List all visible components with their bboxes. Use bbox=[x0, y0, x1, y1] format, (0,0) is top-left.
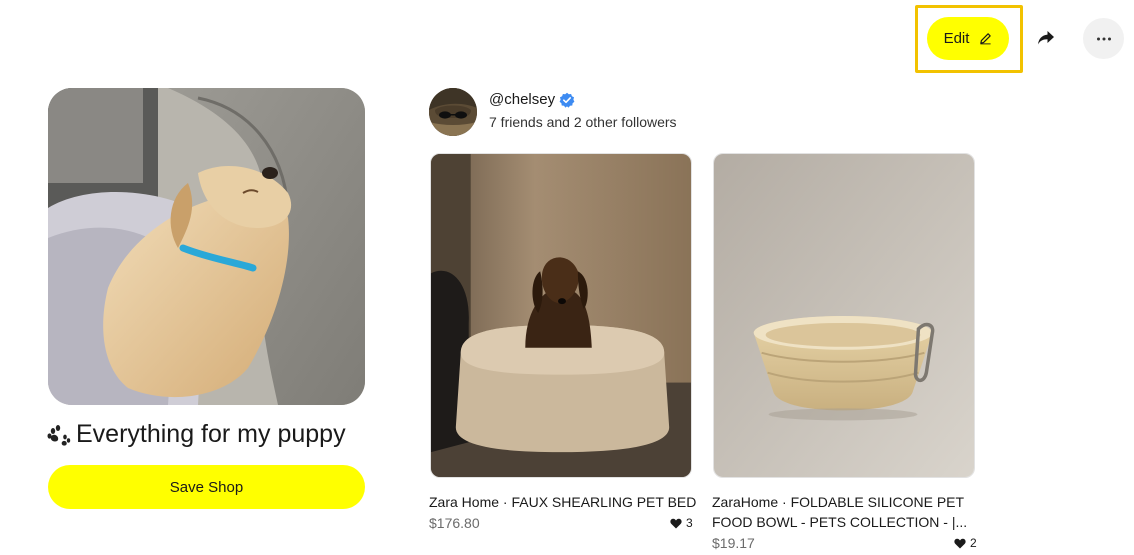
share-button[interactable] bbox=[1030, 22, 1062, 54]
like-count: 3 bbox=[686, 516, 693, 530]
save-shop-button[interactable]: Save Shop bbox=[48, 465, 365, 509]
pencil-icon bbox=[980, 33, 992, 45]
avatar[interactable] bbox=[429, 88, 477, 136]
username[interactable]: @chelsey bbox=[489, 91, 575, 108]
save-shop-label: Save Shop bbox=[169, 478, 244, 496]
verified-badge-icon bbox=[559, 92, 575, 108]
product-name-line-1: ZaraHome · FOLDABLE SILICONE PET bbox=[712, 494, 965, 510]
product-image[interactable] bbox=[713, 153, 975, 478]
shop-cover-image bbox=[48, 88, 365, 405]
like-button[interactable]: 2 bbox=[954, 536, 977, 550]
product-name[interactable]: Zara Home · FAUX SHEARLING PET BED bbox=[429, 492, 696, 512]
like-button[interactable]: 3 bbox=[670, 516, 693, 530]
shop-title-text: Everything for my puppy bbox=[76, 420, 346, 448]
paw-prints-icon bbox=[47, 424, 71, 446]
username-text: @chelsey bbox=[489, 91, 556, 108]
shop-title: Everything for my puppy bbox=[46, 420, 346, 449]
product-image[interactable] bbox=[430, 153, 692, 478]
edit-button-label: Edit bbox=[943, 30, 970, 47]
heart-icon bbox=[670, 518, 682, 528]
share-arrow-icon bbox=[1038, 31, 1054, 45]
product-name-line-2: FOOD BOWL - PETS COLLECTION - |... bbox=[712, 514, 968, 530]
product-price: $19.17 bbox=[712, 535, 755, 551]
edit-button[interactable]: Edit bbox=[927, 17, 1009, 60]
heart-icon bbox=[954, 538, 966, 548]
more-options-button[interactable] bbox=[1083, 18, 1124, 59]
more-dots-icon bbox=[1096, 37, 1111, 40]
followers-count[interactable]: 7 friends and 2 other followers bbox=[489, 114, 677, 130]
like-count: 2 bbox=[970, 536, 977, 550]
product-name[interactable]: ZaraHome · FOLDABLE SILICONE PET FOOD BO… bbox=[712, 492, 967, 532]
product-price: $176.80 bbox=[429, 515, 480, 531]
